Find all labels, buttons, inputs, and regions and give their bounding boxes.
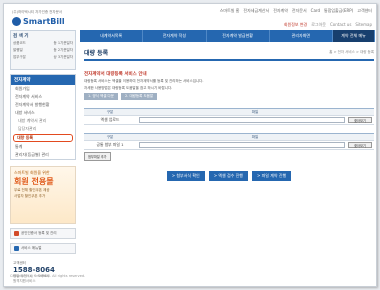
section-desc: 자세한 사용방법은 대량등록 도움말을 참고 하시기 바랍니다.: [84, 86, 173, 90]
add-attachment-button[interactable]: 첨부파일 추가: [84, 152, 111, 161]
smartbill-logo-icon: [12, 17, 21, 26]
top-nav-item[interactable]: 전자세금계산서: [243, 8, 269, 14]
sidebar-item[interactable]: 회원가입: [11, 85, 75, 93]
menu-item[interactable]: 전자계약 발급현황: [207, 30, 270, 42]
sidebar: 검 색 기 상품코드 등 1기준일자 발행일 등 2기준일자 업무구분 상 3기준일자…: [10, 30, 76, 286]
excel-file-input[interactable]: [139, 117, 345, 123]
promo-line4: 사업자 할인쿠폰 추가: [14, 194, 46, 198]
logout-link[interactable]: 로그아웃: [311, 22, 326, 28]
top-nav-item[interactable]: 스마트빌 홈: [220, 8, 240, 14]
main-menu: 내계약서목록 전자계약 작성 전자계약 발급현황 관리자화면 계약 전체 메뉴: [80, 30, 375, 42]
top-nav: 스마트빌 홈 전자세금계산서 전자계약 전자문서 Card 통합입출금(ERP)…: [220, 8, 372, 14]
customer-center: 고객센터 1588-8064 평일 오전9시 ~ 오후6시 원격지원서비스: [10, 258, 76, 286]
edit-profile-link[interactable]: 회원정보 변경: [284, 22, 307, 28]
top-nav-item[interactable]: 고객센터: [357, 8, 372, 14]
top-nav-item[interactable]: Card: [311, 8, 320, 14]
certificate-icon: [14, 231, 19, 236]
attachment-label: 공통 첨부 파일 1: [96, 142, 124, 147]
search-row[interactable]: 상품코드 등 1기준일자: [13, 41, 73, 46]
guide-tabs: 1. 양식 엑셀 다운 2. 대량등록 도움말: [84, 93, 374, 100]
contract-proceed-button[interactable]: > 파일 계약 진행: [251, 171, 292, 181]
main-content: 대량 등록 홈 > 전자 서비스 > 대량 등록 전자계약서 대량등록 서비스 …: [84, 48, 374, 181]
attachment-file-input[interactable]: [139, 142, 345, 148]
menu-item[interactable]: 내계약서목록: [80, 30, 144, 42]
top-nav-item[interactable]: 통합입출금(ERP): [324, 8, 353, 14]
sidebar-subitem[interactable]: 내방 계약서 관리: [11, 117, 75, 125]
sidebar-item[interactable]: 통계: [11, 143, 75, 151]
cert-manage-button[interactable]: 공인인증서 등록 및 관리: [10, 228, 76, 239]
sidebar-item[interactable]: 내방 서비스: [11, 109, 75, 117]
search-title: 검 색 기: [13, 34, 29, 39]
help-tab[interactable]: 2. 대량등록 도움말: [121, 93, 158, 100]
search-row[interactable]: 업무구분 상 3기준일자: [13, 55, 73, 60]
logo-slogan: (주)하이텍시티 자가인증 전자문서: [12, 10, 63, 14]
side-menu: 전자계약 회원가입 전자계약 서비스 전자계약서 발행현황 내방 서비스 내방 …: [10, 74, 76, 160]
attachment-table: 구분 파일 공통 첨부 파일 1 찾아보기: [84, 133, 374, 150]
table-header: 구분 파일: [84, 134, 374, 141]
search-row[interactable]: 발행일 등 2기준일자: [13, 48, 73, 53]
sidebar-item[interactable]: 전자계약 서비스: [11, 93, 75, 101]
page-title: 대량 등록: [84, 50, 109, 57]
excel-verify-button[interactable]: > 엑셀 검수 진행: [208, 171, 248, 181]
upload-table: 구분 파일 엑셀 업로드 찾아보기: [84, 108, 374, 125]
browser-frame: (주)하이텍시티 자가인증 전자문서 SmartBill 스마트빌 홈 전자세금…: [3, 3, 377, 287]
logo[interactable]: SmartBill: [12, 17, 65, 26]
menu-item[interactable]: 관리자화면: [270, 30, 333, 42]
manual-icon: [14, 246, 19, 251]
promo-line3: 무료 전체 할인쿠폰 제공: [14, 188, 50, 192]
manual-button[interactable]: 서비스 매뉴얼: [10, 243, 76, 254]
top-nav-item[interactable]: 전자계약: [273, 8, 288, 14]
footer: Copyright (c) SmartBill. All rights rese…: [10, 274, 86, 278]
account-links: 회원정보 변경 로그아웃 Contact us Sitemap: [284, 22, 372, 28]
top-nav-item[interactable]: 전자문서: [292, 8, 307, 14]
section-title: 전자계약서 대량등록 서비스 안내: [84, 72, 147, 77]
check-attachment-button[interactable]: > 첨부서식 확인: [166, 171, 205, 181]
excel-upload-label: 엑셀 업로드: [100, 117, 120, 122]
table-row: 공통 첨부 파일 1 찾아보기: [84, 141, 374, 150]
menu-all[interactable]: 계약 전체 메뉴: [333, 30, 375, 42]
page-header: 대량 등록 홈 > 전자 서비스 > 대량 등록: [84, 48, 374, 61]
promo-banner[interactable]: 스마트빌 회원을 위한 회원 전용몰 무료 전체 할인쿠폰 제공 사업자 할인쿠…: [10, 166, 76, 224]
sidebar-subitem[interactable]: 담당자관리: [11, 125, 75, 133]
sidebar-item[interactable]: 관리자(등급별) 관리: [11, 151, 75, 159]
logo-text: SmartBill: [23, 17, 65, 26]
browse-button[interactable]: 찾아보기: [348, 142, 372, 148]
promo-line1: 스마트빌 회원을 위한: [14, 170, 50, 175]
browse-button[interactable]: 찾아보기: [348, 117, 372, 123]
side-menu-title: 전자계약: [11, 75, 75, 85]
excel-template-tab[interactable]: 1. 양식 엑셀 다운: [84, 93, 118, 100]
breadcrumb: 홈 > 전자 서비스 > 대량 등록: [329, 50, 374, 54]
logo-area[interactable]: (주)하이텍시티 자가인증 전자문서 SmartBill: [12, 10, 65, 26]
contact-link[interactable]: Contact us: [330, 22, 351, 28]
sidebar-item-bulk-register[interactable]: 대량 등록: [13, 134, 73, 142]
sitemap-link[interactable]: Sitemap: [355, 22, 372, 28]
table-header: 구분 파일: [84, 109, 374, 116]
section-desc: 대량등록 서비스는 엑셀을 이용하여 전자계약서를 등록 및 관리하는 서비스입…: [84, 79, 204, 83]
search-box: 검 색 기 상품코드 등 1기준일자 발행일 등 2기준일자 업무구분 상 3기준일자: [10, 30, 76, 70]
cs-phone: 1588-8064: [13, 266, 55, 274]
menu-item[interactable]: 전자계약 작성: [143, 30, 207, 42]
action-buttons: > 첨부서식 확인 > 엑셀 검수 진행 > 파일 계약 진행: [84, 171, 374, 181]
cs-remote[interactable]: 원격지원서비스: [13, 279, 73, 284]
sidebar-item[interactable]: 전자계약서 발행현황: [11, 101, 75, 109]
promo-line2: 회원 전용몰: [14, 177, 54, 186]
table-row: 엑셀 업로드 찾아보기: [84, 116, 374, 125]
